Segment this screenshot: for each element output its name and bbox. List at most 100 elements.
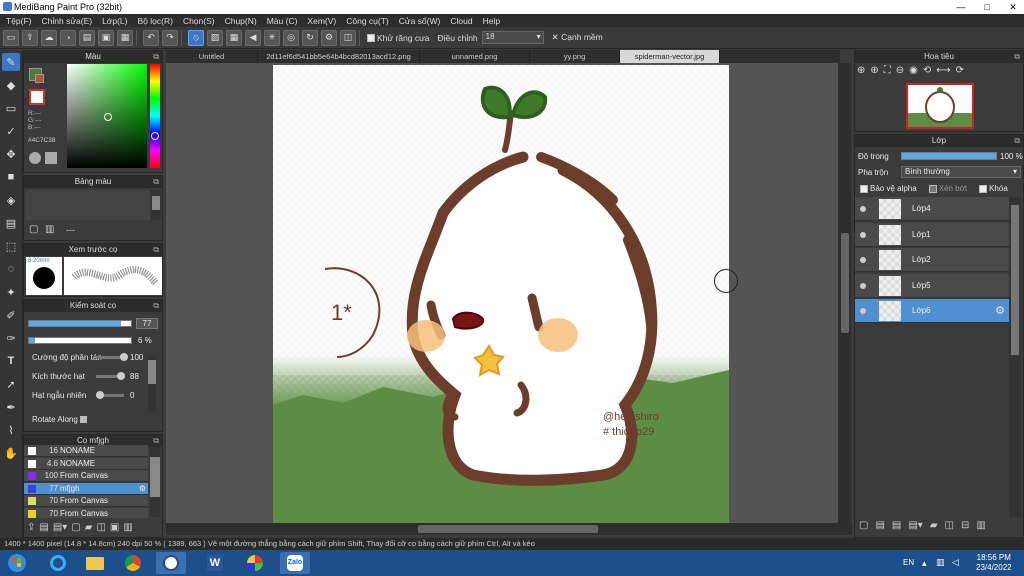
brush-list-item[interactable]: 70 From Canvas (24, 495, 148, 507)
marquee-tool-icon[interactable]: ⬚ (2, 237, 20, 255)
blend-mode-select[interactable]: Bình thường ▾ (901, 166, 1021, 178)
select-eraser-icon[interactable]: ✑ (2, 329, 20, 347)
new-palette-icon[interactable]: ▢ (29, 224, 38, 235)
protect-alpha-checkbox[interactable]: Bảo vệ alpha (860, 184, 917, 193)
canvas-area[interactable]: 1* @hebishiro # thidap29 (166, 63, 840, 523)
brush-delete-icon[interactable]: ▥ (123, 522, 132, 533)
delete-palette-icon[interactable]: ▥ (45, 224, 54, 235)
menu-item[interactable]: Cloud (450, 16, 472, 26)
layer-visibility-icon[interactable] (860, 206, 866, 212)
brush-list-item[interactable]: 16 NONAME (24, 445, 148, 457)
brush-list-item[interactable]: 77 mfjgh ⚙ (24, 482, 148, 495)
menu-item[interactable]: Xem(V) (307, 16, 336, 26)
medibang-taskbar-icon[interactable] (156, 552, 186, 574)
layer-row[interactable]: Lớp5 (855, 273, 1009, 298)
rect-tool-icon[interactable]: ▭ (2, 99, 20, 117)
magic-wand-icon[interactable]: ✦ (2, 283, 20, 301)
snap-grid-icon[interactable]: ▦ (226, 29, 242, 46)
clock[interactable]: 18:56 PM 23/4/2022 (976, 553, 1012, 573)
adjust-select[interactable]: 18 ▾ (481, 31, 544, 44)
palette-area[interactable] (26, 190, 150, 220)
new-layer-icon[interactable]: ▢ (859, 520, 868, 531)
document-tab[interactable]: yy.png (530, 50, 620, 63)
layer-visibility-icon[interactable] (860, 308, 866, 314)
background-color-swatch[interactable] (35, 74, 44, 83)
brush-mode-icon[interactable]: ▭ (3, 29, 19, 46)
eyedropper-icon[interactable]: ⌇ (2, 421, 20, 439)
bucket-tool-icon[interactable]: ◈ (2, 191, 20, 209)
minimize-button[interactable]: — (948, 0, 974, 14)
duplicate-layer-icon[interactable]: ◫ (945, 520, 954, 531)
snap-curve-icon[interactable]: ↻ (302, 29, 318, 46)
brush-settings-icon[interactable]: ▣ (110, 522, 119, 533)
color-wheel-icon[interactable] (29, 152, 41, 164)
antialias-checkbox[interactable]: ✓ Khử răng cưa (367, 33, 430, 45)
brush-list-scrollbar[interactable] (150, 447, 160, 517)
zoom-out-icon[interactable]: ⊖ (896, 65, 904, 76)
menu-item[interactable]: Chọn(S) (183, 16, 215, 26)
palette-scrollbar[interactable] (151, 190, 161, 220)
menu-item[interactable]: Cửa sổ(W) (399, 16, 441, 26)
canvas-horizontal-scrollbar[interactable] (166, 523, 852, 535)
chrome-taskbar-icon[interactable] (118, 552, 148, 574)
export-icon[interactable]: ▣ (98, 29, 114, 46)
redo-icon[interactable]: ↷ (162, 29, 178, 46)
volume-icon[interactable]: ◁ (952, 557, 959, 568)
layer-visibility-icon[interactable] (860, 231, 866, 238)
open-cloud-icon[interactable]: ⇪ (22, 29, 38, 46)
layer-row[interactable]: Lớp1 (855, 222, 1009, 247)
text-tool-icon[interactable]: T (2, 352, 20, 370)
menu-item[interactable]: Màu (C) (267, 16, 298, 26)
paint-taskbar-icon[interactable] (240, 552, 270, 574)
zoom-icon[interactable]: ⊕ (857, 65, 865, 76)
undock-icon[interactable]: ⧉ (153, 300, 159, 312)
comment-icon[interactable]: ☁ (41, 29, 57, 46)
layer-visibility-icon[interactable] (860, 257, 866, 263)
layer-folder-icon[interactable]: ▰ (930, 520, 938, 531)
delete-layer-icon[interactable]: ▥ (976, 520, 985, 531)
brush-list-item[interactable]: 4.6 NONAME (24, 457, 148, 470)
menu-item[interactable]: Công cụ(T) (346, 16, 389, 26)
document-tab[interactable]: Untitled (166, 50, 258, 63)
layer-opacity-slider[interactable] (901, 152, 997, 160)
clipping-checkbox[interactable]: Xén bớt (928, 184, 967, 193)
brush-folder-icon[interactable]: ▰ (85, 522, 93, 533)
snap-parallel-icon[interactable]: ▨ (207, 29, 223, 46)
menu-item[interactable]: Help (483, 16, 500, 26)
flip-icon[interactable]: ⟷ (936, 65, 950, 76)
hand-tool-icon[interactable]: ✋ (2, 444, 20, 462)
brush-add-menu-icon[interactable]: ▤▾ (53, 522, 67, 533)
color-slider-icon[interactable] (45, 152, 57, 164)
hue-slider[interactable] (150, 64, 160, 168)
brush-opacity-slider[interactable] (28, 337, 132, 344)
menu-item[interactable]: Lớp(L) (102, 16, 127, 26)
undock-icon[interactable]: ⧉ (1014, 51, 1020, 63)
layer-list-scrollbar[interactable] (1009, 197, 1021, 517)
ie-taskbar-icon[interactable] (42, 552, 72, 574)
snap-vanish-icon[interactable]: ◀ (245, 29, 261, 46)
speech-icon[interactable]: ◔ (60, 29, 76, 46)
rotate-right-icon[interactable]: ⟳ (956, 65, 964, 76)
start-button[interactable] (4, 552, 30, 574)
undock-icon[interactable]: ⧉ (1014, 135, 1020, 147)
gradient-tool-icon[interactable]: ▤ (2, 214, 20, 232)
layer-settings-gear-icon[interactable]: ⚙ (995, 304, 1005, 317)
brush-param-slider[interactable] (96, 372, 126, 380)
network-icon[interactable]: ▥ (936, 557, 945, 568)
snap-settings-icon[interactable]: ⚙ (321, 29, 337, 46)
word-taskbar-icon[interactable]: W (200, 552, 230, 574)
document-tab[interactable]: 2d11ef6d541bb5e64b4bcd82013acd12.png (258, 50, 420, 63)
brush-list-item[interactable]: 70 From Canvas (24, 507, 148, 518)
undock-icon[interactable]: ⧉ (153, 244, 159, 256)
new-1bit-layer-icon[interactable]: ▤ (892, 520, 901, 531)
undo-icon[interactable]: ↶ (143, 29, 159, 46)
menu-item[interactable]: Chỉnh sửa(E) (42, 16, 93, 26)
slider-knob[interactable] (120, 353, 128, 361)
brush-param-slider[interactable] (96, 353, 128, 361)
brush-list-item[interactable]: 100 From Canvas (24, 470, 148, 482)
brush-add-icon[interactable]: ▤ (39, 522, 48, 533)
lasso-tool-icon[interactable]: ◌ (2, 260, 20, 278)
brush-settings-gear-icon[interactable]: ⚙ (139, 483, 146, 495)
merge-layer-icon[interactable]: ⊟ (961, 520, 969, 531)
divide-tool-icon[interactable]: ✒ (2, 398, 20, 416)
